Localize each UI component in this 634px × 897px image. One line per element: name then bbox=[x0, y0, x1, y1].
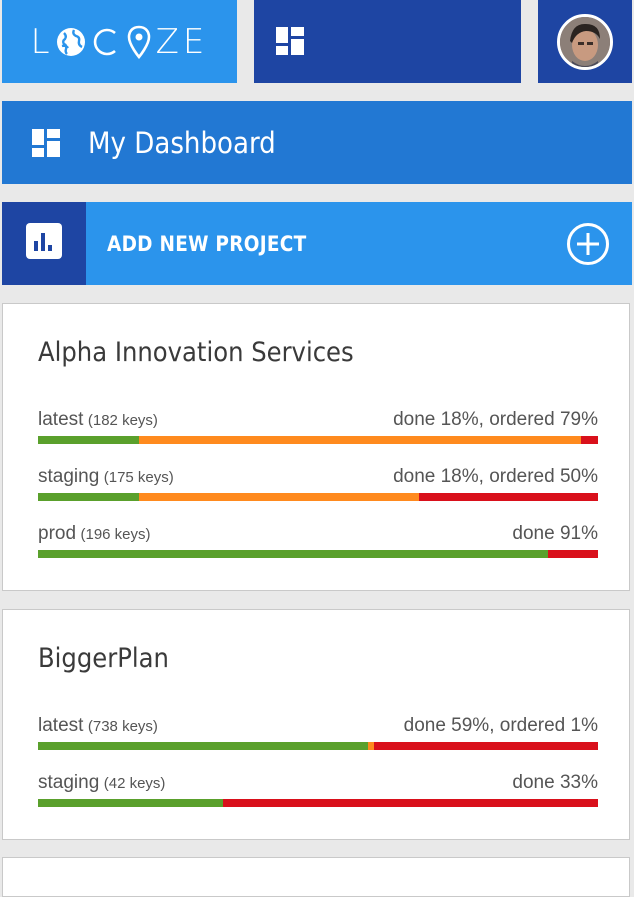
release-status: done 18%, ordered 79% bbox=[393, 409, 598, 430]
plus-circle-icon[interactable] bbox=[566, 222, 610, 266]
project-title[interactable]: BiggerPlan bbox=[38, 643, 169, 674]
progress-bar bbox=[38, 493, 598, 501]
add-project-label: ADD NEW PROJECT bbox=[107, 231, 307, 256]
progress-remaining bbox=[547, 550, 598, 558]
release-row[interactable]: staging (175 keys) done 18%, ordered 50% bbox=[38, 462, 598, 502]
progress-done bbox=[38, 436, 139, 444]
progress-bar bbox=[38, 742, 598, 750]
page-title: My Dashboard bbox=[88, 125, 276, 160]
release-row[interactable]: prod (196 keys) done 91% bbox=[38, 519, 598, 559]
release-label: latest (738 keys) bbox=[38, 715, 158, 737]
release-status: done 91% bbox=[512, 523, 598, 544]
progress-done bbox=[38, 493, 139, 501]
project-card[interactable]: BiggerPlan latest (738 keys) done 59%, o… bbox=[2, 609, 630, 840]
release-name: staging bbox=[38, 466, 100, 487]
avatar bbox=[557, 13, 613, 70]
add-new-project-button[interactable]: ADD NEW PROJECT bbox=[2, 202, 632, 285]
release-label: staging (175 keys) bbox=[38, 466, 174, 488]
progress-remaining bbox=[581, 436, 598, 444]
release-status: done 33% bbox=[512, 772, 598, 793]
dashboard-nav-item[interactable]: My Dashboard bbox=[2, 101, 632, 184]
globe-icon bbox=[56, 25, 86, 59]
add-project-icon-box bbox=[2, 202, 86, 285]
release-status: done 59%, ordered 1% bbox=[403, 715, 598, 736]
release-status: done 18%, ordered 50% bbox=[393, 466, 598, 487]
dashboard-grid-icon bbox=[32, 128, 60, 157]
release-label: staging (42 keys) bbox=[38, 772, 165, 794]
release-name: staging bbox=[38, 772, 100, 793]
release-keys: (738 keys) bbox=[87, 718, 158, 735]
progress-bar bbox=[38, 436, 598, 444]
progress-done bbox=[38, 742, 369, 750]
progress-ordered bbox=[138, 493, 419, 501]
release-keys: (196 keys) bbox=[80, 526, 151, 543]
release-label: latest (182 keys) bbox=[38, 409, 158, 431]
progress-remaining bbox=[222, 799, 598, 807]
progress-remaining bbox=[373, 742, 598, 750]
progress-done bbox=[38, 550, 548, 558]
project-card[interactable] bbox=[2, 857, 630, 897]
release-row[interactable]: latest (182 keys) done 18%, ordered 79% bbox=[38, 405, 598, 445]
progress-bar bbox=[38, 550, 598, 558]
progress-remaining bbox=[418, 493, 598, 501]
progress-done bbox=[38, 799, 223, 807]
progress-ordered bbox=[138, 436, 582, 444]
logo-letters-ze: ZE bbox=[155, 21, 209, 62]
project-card[interactable]: Alpha Innovation Services latest (182 ke… bbox=[2, 303, 630, 591]
progress-bar bbox=[38, 799, 598, 807]
release-row[interactable]: staging (42 keys) done 33% bbox=[38, 768, 598, 808]
c-letter-icon bbox=[90, 25, 120, 59]
release-keys: (182 keys) bbox=[87, 412, 158, 429]
logo-letter-l: L bbox=[30, 21, 54, 62]
logo-text: L ZE bbox=[31, 22, 209, 62]
release-name: prod bbox=[38, 523, 77, 544]
project-title[interactable]: Alpha Innovation Services bbox=[38, 337, 354, 368]
release-keys: (175 keys) bbox=[103, 469, 174, 486]
dashboard-menu-button[interactable] bbox=[254, 0, 521, 83]
release-label: prod (196 keys) bbox=[38, 523, 151, 545]
release-name: latest bbox=[38, 409, 84, 430]
map-pin-icon bbox=[124, 25, 154, 59]
user-menu-button[interactable] bbox=[538, 0, 632, 83]
dashboard-grid-icon bbox=[276, 27, 304, 60]
release-keys: (42 keys) bbox=[103, 775, 166, 792]
release-row[interactable]: latest (738 keys) done 59%, ordered 1% bbox=[38, 711, 598, 751]
bar-chart-icon bbox=[26, 223, 62, 264]
app-logo[interactable]: L ZE bbox=[2, 0, 237, 83]
release-name: latest bbox=[38, 715, 84, 736]
